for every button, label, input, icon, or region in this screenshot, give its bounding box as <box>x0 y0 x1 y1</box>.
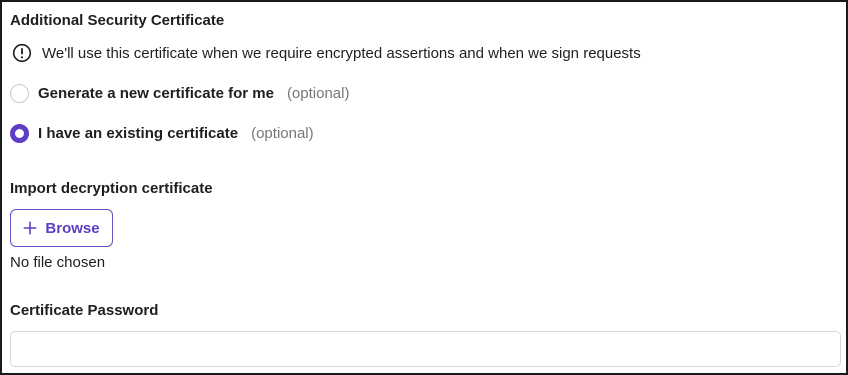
password-label: Certificate Password <box>10 302 159 319</box>
browse-label: Browse <box>45 219 100 237</box>
radio-label-generate: Generate a new certificate for me <box>38 84 274 102</box>
optional-hint: (optional) <box>286 84 350 102</box>
file-status: No file chosen <box>10 254 106 271</box>
certificate-panel: Additional Security Certificate We'll us… <box>0 0 848 375</box>
radio-existing-certificate[interactable]: I have an existing certificate (optional… <box>10 123 314 143</box>
radio-button-generate[interactable] <box>10 83 29 103</box>
radio-button-existing[interactable] <box>10 123 29 143</box>
radio-label-existing: I have an existing certificate <box>38 124 239 142</box>
radio-generate-certificate[interactable]: Generate a new certificate for me (optio… <box>10 83 349 103</box>
info-text: We'll use this certificate when we requi… <box>42 44 641 62</box>
browse-button[interactable]: Browse <box>10 209 113 247</box>
import-label: Import decryption certificate <box>10 180 213 197</box>
exclamation-circle-icon <box>12 43 32 63</box>
optional-hint: (optional) <box>251 124 314 142</box>
info-note: We'll use this certificate when we requi… <box>12 43 641 63</box>
plus-icon <box>23 221 37 235</box>
certificate-password-input[interactable] <box>10 331 841 367</box>
section-title: Additional Security Certificate <box>10 12 225 29</box>
